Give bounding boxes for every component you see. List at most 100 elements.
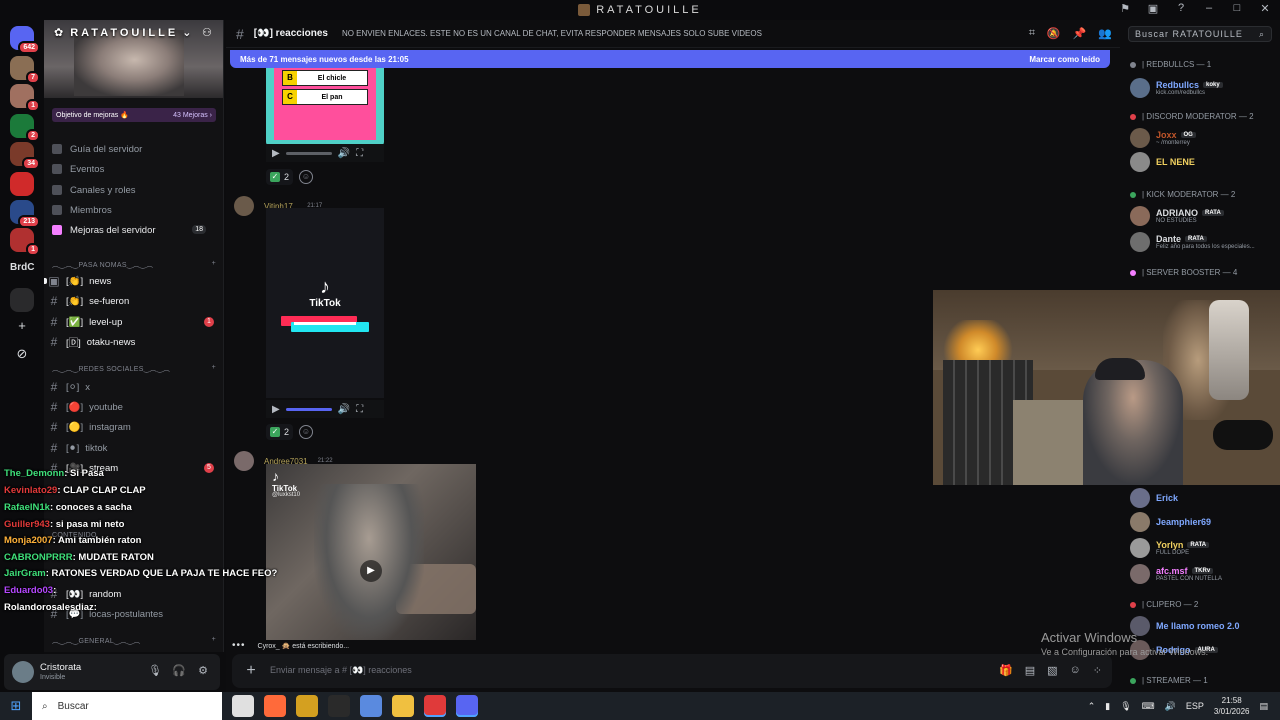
play-icon[interactable]: ▶: [360, 560, 382, 582]
nav-channels-roles[interactable]: Canales y roles: [52, 181, 135, 199]
play-icon[interactable]: ▶: [272, 404, 280, 415]
boost-goal-bar[interactable]: Objetivo de mejoras 🔥 43 Mejoras ›: [52, 108, 216, 122]
quiz-video-thumbnail[interactable]: B El chicle C El pan: [266, 68, 384, 146]
nav-server-guide[interactable]: Guía del servidor: [52, 140, 142, 158]
add-reaction-icon[interactable]: ☺: [299, 170, 314, 184]
tiktok-video-embed[interactable]: ♪ TikTok: [266, 208, 384, 398]
server-icon-4[interactable]: 34: [10, 142, 40, 170]
channel-instagram[interactable]: # [🟡] instagram: [48, 418, 218, 436]
server-banner[interactable]: ✿ RATATOUILLE ⌄ ⚇: [44, 20, 223, 98]
add-channel-icon[interactable]: +: [212, 636, 216, 648]
taskbar-app-live[interactable]: [328, 695, 350, 717]
category-general[interactable]: ︵‿︵‿GENERAL‿︵‿︵ +: [52, 636, 216, 648]
server-name[interactable]: ✿ RATATOUILLE ⌄: [54, 26, 194, 40]
taskbar-app-chrome[interactable]: [232, 695, 254, 717]
channel-otaku-news[interactable]: # [🄳] otaku-news: [48, 333, 218, 351]
taskbar-app-discord[interactable]: [456, 695, 478, 717]
progress-track[interactable]: [285, 151, 332, 155]
avatar[interactable]: [234, 196, 254, 216]
taskbar-search[interactable]: ⌕ Buscar: [32, 692, 222, 720]
channel-news[interactable]: ▣ [👏] news: [44, 272, 218, 290]
member-item[interactable]: Redbullcs koky kick.com/redbullcs: [1130, 76, 1278, 100]
clock[interactable]: 21:58 3/01/2026: [1214, 695, 1250, 717]
tray-usb-icon[interactable]: ▮: [1105, 701, 1110, 712]
pin-icon[interactable]: ⚑: [1118, 2, 1132, 15]
member-item[interactable]: Joxx OG ~ /monterrey: [1130, 126, 1278, 150]
member-item[interactable]: ADRIANO RATA NO ESTUDIES: [1130, 204, 1278, 228]
taskbar-app-obs[interactable]: [424, 695, 446, 717]
tray-mic-icon[interactable]: 🎙: [1120, 701, 1131, 712]
gif-icon[interactable]: ▤: [1025, 664, 1035, 677]
add-server-icon[interactable]: +: [12, 316, 32, 336]
server-folder-label[interactable]: BrdC: [10, 262, 34, 273]
mark-read-button[interactable]: Marcar como leído: [1029, 55, 1100, 64]
member-item[interactable]: Yorlyn RATA FULL DOPE: [1130, 536, 1278, 560]
fullscreen-icon[interactable]: ⛶: [356, 404, 363, 415]
server-icon-2[interactable]: 1: [10, 84, 40, 112]
sticker-icon[interactable]: ▧: [1047, 664, 1057, 677]
nav-events[interactable]: Eventos: [52, 160, 104, 178]
member-item[interactable]: Jeamphier69: [1130, 510, 1278, 534]
emoji-icon[interactable]: ☺: [1070, 664, 1081, 677]
taskbar-app-5[interactable]: [360, 695, 382, 717]
server-icon-home[interactable]: 642: [10, 26, 40, 54]
headphones-icon[interactable]: 🎧: [172, 664, 186, 678]
channel-x[interactable]: # [⚪] x: [48, 378, 218, 396]
minimize-button[interactable]: –: [1202, 2, 1216, 15]
server-icon-6[interactable]: 213: [10, 200, 40, 228]
member-item[interactable]: Erick: [1130, 486, 1278, 510]
add-attachment-icon[interactable]: +: [242, 662, 260, 680]
reaction-check[interactable]: ✓ 2: [266, 169, 294, 185]
gift-icon[interactable]: 🎁: [999, 664, 1013, 677]
nav-server-boosts[interactable]: Mejoras del servidor 18: [52, 221, 216, 239]
taskbar-app-explorer[interactable]: [392, 695, 414, 717]
new-messages-bar[interactable]: Más de 71 mensajes nuevos desde las 21:0…: [230, 50, 1110, 68]
category-pasa-nomas[interactable]: ︵‿︵‿PASA NOMAS‿︵‿︵ +: [52, 260, 216, 272]
channel-youtube[interactable]: # [🔴] youtube: [48, 398, 218, 416]
avatar[interactable]: [12, 661, 34, 683]
tray-volume-icon[interactable]: 🔊: [1165, 701, 1176, 712]
input-language[interactable]: ESP: [1186, 701, 1204, 711]
notifications-icon[interactable]: 🔕: [1047, 27, 1061, 40]
microphone-icon[interactable]: 🎙: [148, 664, 162, 678]
fullscreen-icon[interactable]: ⛶: [356, 148, 363, 159]
gear-icon[interactable]: ⚙: [196, 664, 210, 678]
pinned-icon[interactable]: 📌: [1073, 27, 1087, 40]
server-icon-3[interactable]: 2: [10, 114, 40, 142]
threads-icon[interactable]: ⌗: [1029, 27, 1035, 40]
windows-start-icon[interactable]: ⊞: [0, 692, 32, 720]
apps-icon[interactable]: ⁘: [1093, 664, 1102, 677]
progress-track[interactable]: [285, 407, 332, 411]
tiktok-video-thumbnail[interactable]: ♪ TikTok @luxkst10 ▶: [266, 464, 476, 640]
message-input[interactable]: Enviar mensaje a # [👀] reacciones: [270, 665, 412, 676]
message-composer[interactable]: + Enviar mensaje a # [👀] reacciones 🎁 ▤ …: [232, 654, 1112, 688]
volume-icon[interactable]: 🔊: [338, 148, 350, 159]
member-item[interactable]: Dante RATA Feliz año para todos los especi…: [1130, 230, 1278, 254]
nav-members[interactable]: Miembros: [52, 201, 112, 219]
add-reaction-icon[interactable]: ☺: [299, 425, 314, 439]
reaction-check[interactable]: ✓ 2: [266, 424, 294, 440]
category-redes-sociales[interactable]: ︵‿︵‿REDES SOCIALES‿︵‿︵ +: [52, 364, 216, 376]
tray-chevron-up-icon[interactable]: ⌃: [1088, 701, 1096, 712]
channel-se-fueron[interactable]: # [👏] se-fueron: [48, 292, 218, 310]
notification-center-icon[interactable]: ▤: [1259, 701, 1268, 712]
taskbar-app-2[interactable]: [264, 695, 286, 717]
volume-icon[interactable]: 🔊: [338, 404, 350, 415]
play-icon[interactable]: ▶: [272, 148, 280, 159]
add-channel-icon[interactable]: +: [212, 364, 216, 376]
channel-topic[interactable]: NO ENVIEN ENLACES. ESTE NO ES UN CANAL D…: [342, 29, 762, 38]
inbox-icon[interactable]: ▣: [1146, 2, 1160, 15]
discover-icon[interactable]: ⊘: [12, 344, 32, 364]
invite-people-icon[interactable]: ⚇: [202, 26, 216, 40]
channel-tiktok[interactable]: # [⚫] tiktok: [48, 439, 218, 457]
help-icon[interactable]: ?: [1174, 2, 1188, 15]
server-icon-5[interactable]: [10, 172, 34, 196]
server-icon-8[interactable]: [10, 288, 34, 312]
tray-network-icon[interactable]: ⌨: [1142, 701, 1155, 712]
add-channel-icon[interactable]: +: [212, 260, 216, 272]
maximize-button[interactable]: □: [1230, 2, 1244, 15]
search-input[interactable]: Buscar RATATOUILLE ⌕: [1128, 26, 1272, 42]
server-icon-1[interactable]: 7: [10, 56, 40, 84]
server-icon-7[interactable]: 1: [10, 228, 40, 256]
channel-level-up[interactable]: # [✅] level-up 1: [48, 313, 218, 331]
